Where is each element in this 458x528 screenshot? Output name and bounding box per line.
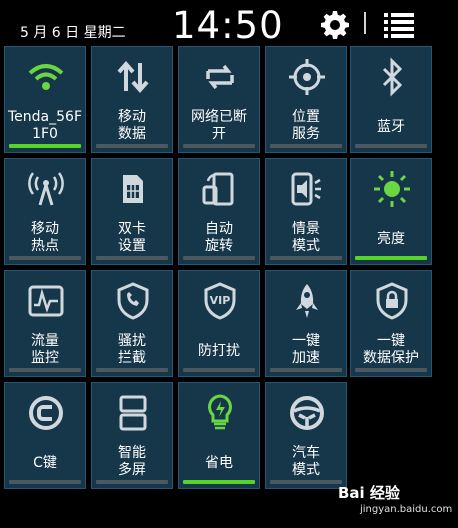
call-block-icon (117, 282, 149, 320)
toggle-bluetooth[interactable]: 蓝牙 (350, 46, 432, 153)
brightness-icon (374, 171, 410, 207)
toggle-label: 流量 监控 (31, 333, 59, 366)
toggle-indicator (270, 368, 342, 372)
bluetooth-icon (382, 57, 403, 97)
rocket-icon (296, 284, 318, 318)
watermark-logo: Bai 经验 (338, 484, 400, 502)
toggle-indicator (270, 480, 342, 484)
toggle-indicator (9, 256, 81, 260)
toggle-indicator (355, 144, 427, 148)
toggle-label: 智能 多屏 (118, 445, 146, 478)
toggle-hotspot[interactable]: 移动 热点 (4, 158, 86, 265)
toggle-indicator (270, 144, 342, 148)
toggle-label: 省电 (205, 455, 233, 471)
toggle-indicator (183, 368, 255, 372)
toggle-label: 防打扰 (198, 343, 240, 359)
multi-screen-icon (119, 395, 147, 431)
toggle-indicator (9, 144, 81, 148)
vip-icon: VIP (204, 282, 236, 320)
toggle-indicator (96, 480, 168, 484)
toggle-label: 亮度 (377, 231, 405, 247)
status-divider (364, 12, 366, 34)
svg-text:VIP: VIP (210, 294, 231, 307)
list-icon[interactable] (382, 10, 416, 40)
traffic-monitor-icon (28, 285, 64, 317)
toggle-label: 双卡 设置 (118, 221, 146, 254)
sound-mode-icon (291, 172, 321, 206)
toggle-wifi[interactable]: Tenda_56F 1F0 (4, 46, 86, 153)
wifi-icon (28, 64, 64, 90)
toggle-sync[interactable]: 网络已断 开 (178, 46, 260, 153)
toggle-indicator (183, 256, 255, 260)
toggle-indicator (270, 256, 342, 260)
toggle-label: 位置 服务 (292, 109, 320, 142)
status-bar: 5 月 6 日 星期二 14:50 (0, 0, 458, 47)
toggle-car-mode[interactable]: 汽车 模式 (265, 382, 347, 489)
toggle-auto-rotate[interactable]: 自动 旋转 (178, 158, 260, 265)
toggle-power-saving[interactable]: 省电 (178, 382, 260, 489)
toggle-label: 骚扰 拦截 (118, 333, 146, 366)
toggle-label: 移动 热点 (31, 221, 59, 254)
toggle-multi-screen[interactable]: 智能 多屏 (91, 382, 173, 489)
toggle-indicator (96, 256, 168, 260)
sync-icon (206, 64, 234, 90)
toggle-traffic-monitor[interactable]: 流量 监控 (4, 270, 86, 377)
toggle-label: 汽车 模式 (292, 445, 320, 478)
toggle-data-protect[interactable]: 一键 数据保护 (350, 270, 432, 377)
toggle-indicator (96, 144, 168, 148)
power-saving-icon (208, 394, 232, 430)
toggle-label: C键 (33, 455, 57, 471)
toggle-indicator (183, 480, 255, 484)
hotspot-icon (28, 172, 64, 206)
toggle-label: 一键 数据保护 (363, 333, 419, 366)
toggle-indicator (96, 368, 168, 372)
status-date: 5 月 6 日 星期二 (20, 25, 126, 41)
toggle-sound-mode[interactable]: 情景 模式 (265, 158, 347, 265)
toggle-label: 情景 模式 (292, 221, 320, 254)
toggle-rocket[interactable]: 一键 加速 (265, 270, 347, 377)
toggle-label: 一键 加速 (292, 333, 320, 366)
status-time: 14:50 (172, 4, 284, 47)
toggle-indicator (355, 256, 427, 260)
toggle-c-key[interactable]: C键 (4, 382, 86, 489)
data-protect-icon (376, 282, 408, 320)
watermark-url: jingyan.baidu.com (360, 504, 453, 515)
location-icon (289, 59, 325, 95)
toggle-call-block[interactable]: 骚扰 拦截 (91, 270, 173, 377)
toggle-vip[interactable]: VIP 防打扰 (178, 270, 260, 377)
toggle-indicator (9, 368, 81, 372)
toggle-label: 蓝牙 (377, 119, 405, 135)
gear-icon[interactable] (320, 10, 350, 40)
watermark: Bai 经验 jingyan.baidu.com (338, 482, 452, 522)
toggle-brightness[interactable]: 亮度 (350, 158, 432, 265)
toggle-label: 移动 数据 (118, 109, 146, 142)
car-mode-icon (290, 396, 324, 430)
toggle-mobile-data[interactable]: 移动 数据 (91, 46, 173, 153)
toggle-indicator (9, 480, 81, 484)
c-key-icon (29, 396, 63, 430)
auto-rotate-icon (202, 172, 234, 206)
toggle-label: Tenda_56F 1F0 (8, 109, 82, 142)
toggle-dual-sim[interactable]: 双卡 设置 (91, 158, 173, 265)
dual-sim-icon (123, 175, 143, 203)
toggle-indicator (355, 368, 427, 372)
mobile-data-icon (117, 60, 149, 94)
toggle-label: 网络已断 开 (191, 109, 247, 142)
toggle-indicator (183, 144, 255, 148)
toggle-location[interactable]: 位置 服务 (265, 46, 347, 153)
toggle-label: 自动 旋转 (205, 221, 233, 254)
